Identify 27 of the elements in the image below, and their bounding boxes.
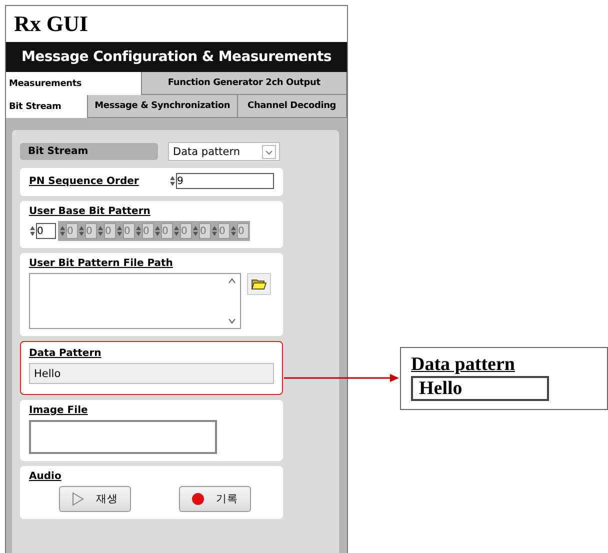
data-pattern-display: Hello [29, 363, 274, 384]
field-label: Bit Stream [20, 143, 158, 160]
callout-value: Hello [411, 376, 549, 401]
pn-order-field[interactable]: 9 [176, 173, 274, 189]
field-label: Image File [29, 405, 89, 416]
index-field[interactable]: 0 [36, 223, 56, 239]
field-label: Data Pattern [29, 348, 102, 359]
browse-button[interactable] [247, 273, 271, 295]
panel-header: Message Configuration & Measurements [6, 42, 347, 72]
record-icon [192, 493, 204, 505]
field-label: Audio [29, 471, 62, 482]
tab[interactable]: Function Generator 2ch Output [142, 72, 347, 95]
scroll-down-icon[interactable] [228, 318, 236, 324]
tab[interactable]: Message & Synchronization [88, 95, 238, 118]
folder-icon [251, 278, 267, 290]
play-button[interactable]: 재생 [59, 486, 131, 512]
window-title: Rx GUI [13, 10, 89, 38]
field-label: User Base Bit Pattern [29, 206, 152, 217]
tab[interactable]: Channel Decoding [238, 95, 347, 118]
scroll-up-icon[interactable] [228, 278, 236, 284]
play-icon [72, 492, 84, 506]
field-label: User Bit Pattern File Path [29, 258, 174, 269]
record-button[interactable]: 기록 [179, 486, 251, 512]
bit-stream-dropdown[interactable]: Data pattern [168, 142, 280, 161]
caret-icon [262, 144, 276, 158]
field-label: PN Sequence Order [29, 176, 139, 186]
callout-label: Data pattern [411, 354, 516, 376]
